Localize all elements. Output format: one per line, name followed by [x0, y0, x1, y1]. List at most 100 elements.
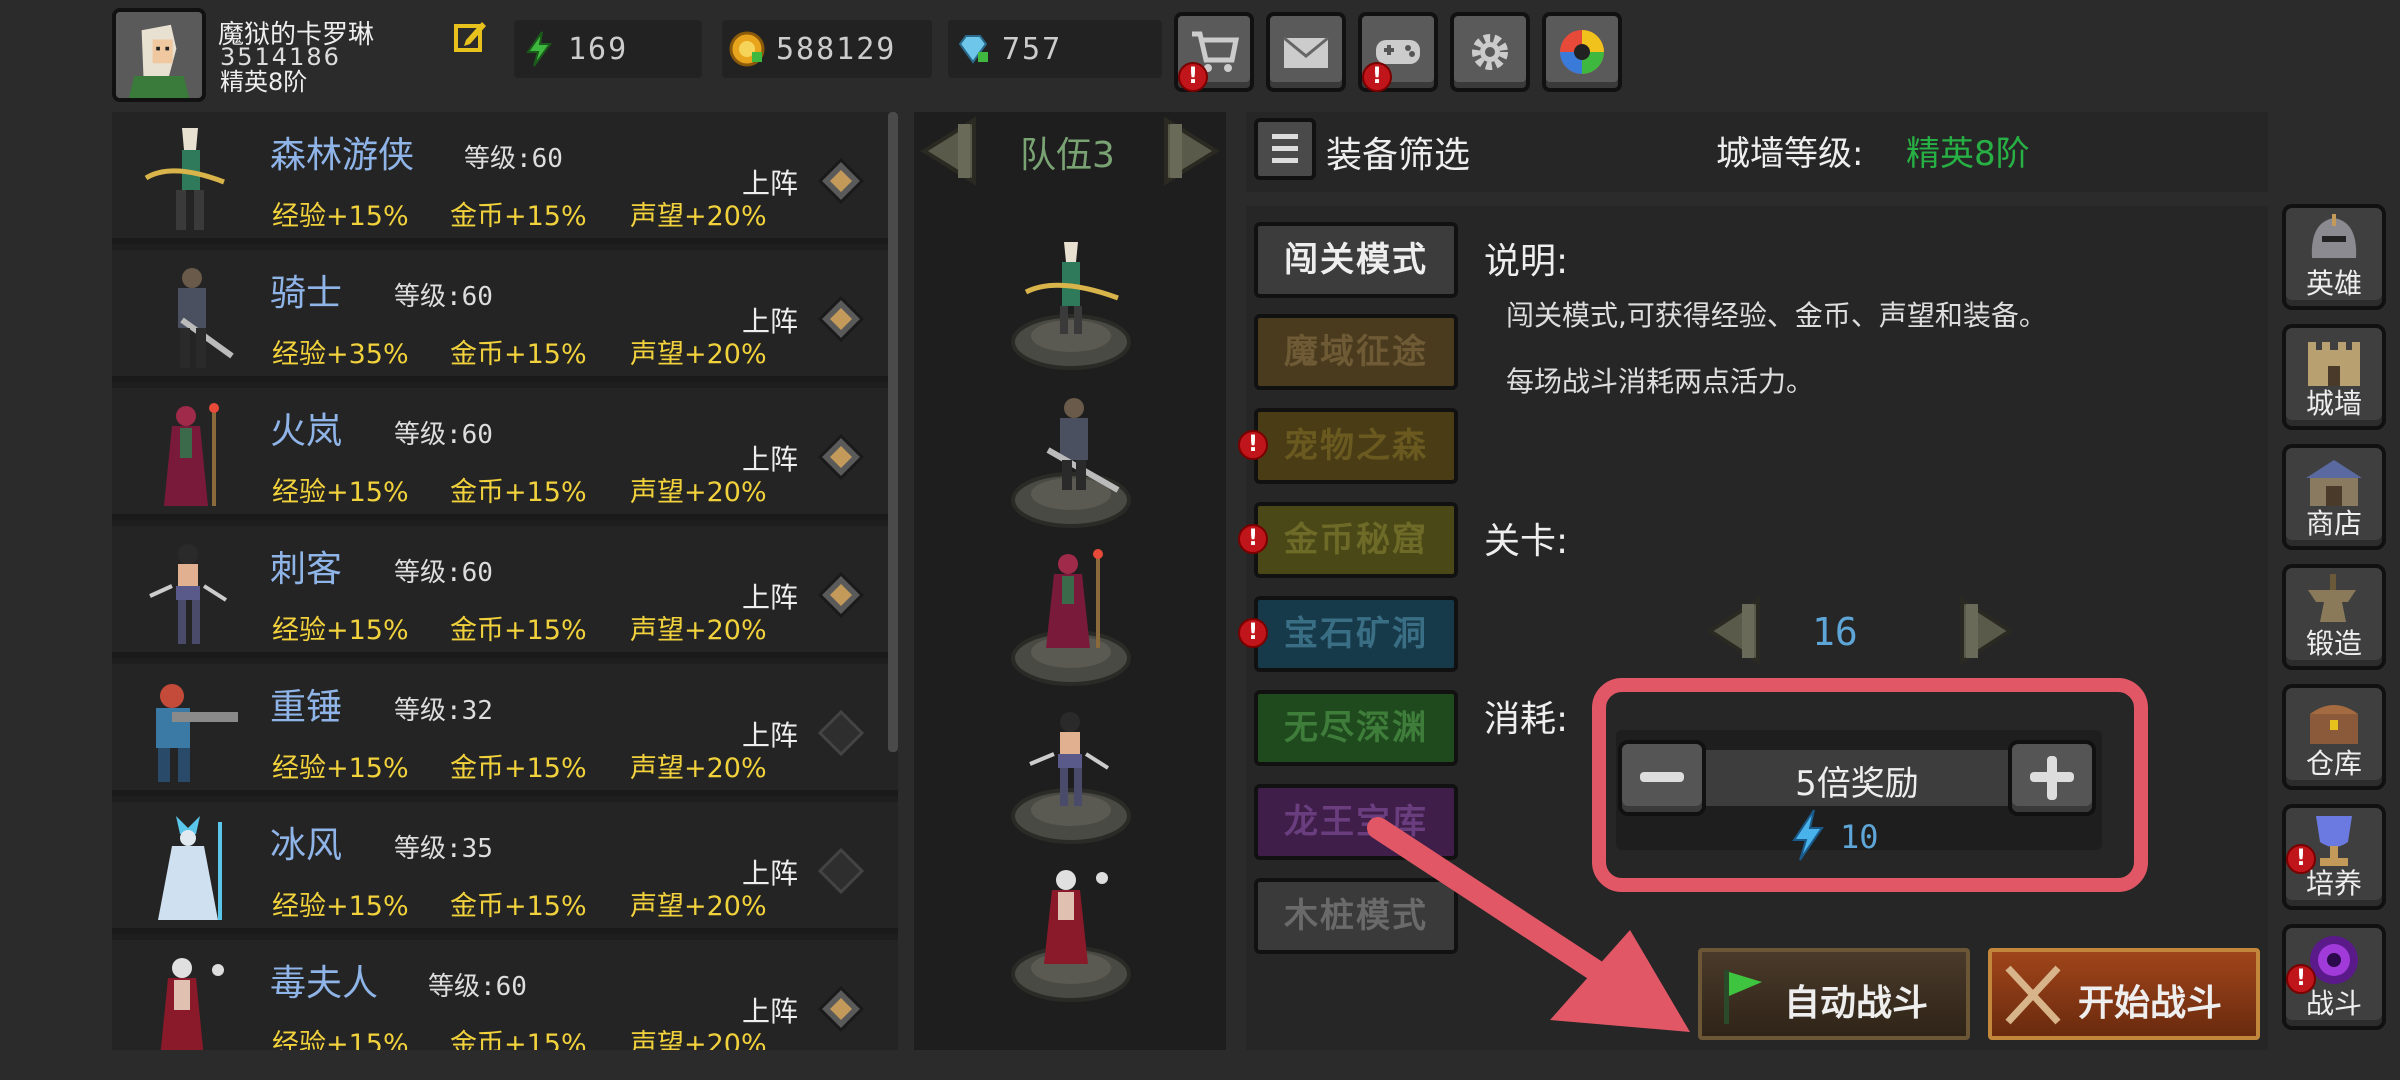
hero-deploy-label: 上阵: [742, 857, 799, 890]
side-nav-heroes[interactable]: 英雄: [2282, 204, 2386, 310]
deploy-toggle-icon[interactable]: [818, 434, 864, 480]
hero-name: 重锤: [270, 687, 343, 728]
mail-icon: [1283, 36, 1329, 68]
mode-button[interactable]: 闯关模式: [1254, 222, 1458, 298]
hero-list[interactable]: 森林游侠 等级:60 经验+15% 金币+15% 声望+20% 上阵 骑士 等级…: [112, 112, 898, 1050]
hero-row-fire[interactable]: 火岚 等级:60 经验+15% 金币+15% 声望+20% 上阵: [112, 388, 898, 520]
player-avatar[interactable]: [112, 8, 206, 102]
hero-gold-bonus: 金币+15%: [450, 201, 587, 232]
knight-on-pedestal-icon: [1011, 398, 1131, 528]
mode-button[interactable]: 金币秘窟: [1254, 502, 1458, 578]
hero-deploy-label: 上阵: [742, 995, 799, 1028]
mode-button[interactable]: 无尽深渊: [1254, 690, 1458, 766]
hero-exp-bonus: 经验+15%: [272, 1029, 409, 1050]
mode-button[interactable]: 魔域征途: [1254, 314, 1458, 390]
hero-exp-bonus: 经验+15%: [272, 615, 409, 646]
deploy-toggle-icon[interactable]: [818, 848, 864, 894]
mode-alert-badge: !: [1238, 430, 1268, 460]
hero-level: 等级:60: [428, 972, 527, 1002]
hero-level: 等级:60: [394, 282, 493, 312]
team-next-arrow-icon[interactable]: [1154, 114, 1226, 188]
hero-name: 骑士: [270, 273, 343, 314]
fire-mage-sprite-icon: [164, 403, 219, 506]
hero-row-hammer[interactable]: 重锤 等级:32 经验+15% 金币+15% 声望+20% 上阵: [112, 664, 898, 796]
auto-battle-button[interactable]: 自动战斗: [1698, 948, 1970, 1040]
gold-resource: 588129: [722, 20, 932, 78]
mode-button[interactable]: 宠物之森: [1254, 408, 1458, 484]
hero-gold-bonus: 金币+15%: [450, 615, 587, 646]
mode-button[interactable]: 宝石矿洞: [1254, 596, 1458, 672]
fire-mage-on-pedestal-icon: [1011, 549, 1131, 686]
team-slot-4[interactable]: [1008, 706, 1134, 846]
shop-alert-badge: !: [1178, 62, 1208, 92]
hero-deploy-label: 上阵: [742, 305, 799, 338]
stage-prev-arrow-icon[interactable]: [1700, 594, 1770, 668]
side-nav-label: 商店: [2305, 507, 2362, 540]
side-nav-label: 仓库: [2305, 747, 2362, 780]
deploy-toggle-icon[interactable]: [818, 986, 864, 1032]
hero-level: 等级:60: [464, 144, 563, 174]
hero-name: 冰风: [270, 825, 343, 866]
hero-row-ice-wind[interactable]: 冰风 等级:35 经验+15% 金币+15% 声望+20% 上阵: [112, 802, 898, 934]
hero-name: 火岚: [270, 411, 343, 452]
mail-button[interactable]: [1266, 12, 1346, 92]
side-nav-wall[interactable]: 城墙: [2282, 324, 2386, 430]
team-slot-2[interactable]: [1008, 390, 1134, 530]
hero-gold-bonus: 金币+15%: [450, 753, 587, 784]
hero-exp-bonus: 经验+15%: [272, 891, 409, 922]
team-prev-arrow-icon[interactable]: [914, 114, 986, 188]
deploy-toggle-icon[interactable]: [818, 158, 864, 204]
energy-value: 169: [568, 32, 629, 67]
team-slot-3[interactable]: [1008, 548, 1134, 688]
green-flag-icon: [1724, 970, 1762, 1024]
hero-row-forest-ranger[interactable]: 森林游侠 等级:60 经验+15% 金币+15% 声望+20% 上阵: [112, 112, 898, 244]
poison-lady-sprite-icon: [160, 958, 224, 1050]
hero-name: 森林游侠: [270, 135, 415, 176]
hero-level: 等级:60: [394, 558, 493, 588]
gamepad-button[interactable]: !: [1358, 12, 1438, 92]
diamond-resource: 757: [948, 20, 1162, 78]
color-wheel-button[interactable]: [1542, 12, 1622, 92]
poison-lady-on-pedestal-icon: [1011, 870, 1131, 1002]
hero-level: 等级:35: [394, 834, 493, 864]
stage-label: 关卡:: [1484, 521, 1569, 562]
stage-next-arrow-icon[interactable]: [1950, 594, 2020, 668]
equipment-filter-label[interactable]: 装备筛选: [1326, 126, 1470, 178]
side-nav-training[interactable]: ! 培养: [2282, 804, 2386, 910]
shop-button[interactable]: !: [1174, 12, 1254, 92]
hero-row-knight[interactable]: 骑士 等级:60 经验+35% 金币+15% 声望+20% 上阵: [112, 250, 898, 382]
forest-ranger-on-pedestal-icon: [1011, 242, 1131, 370]
side-nav-warehouse[interactable]: 仓库: [2282, 684, 2386, 790]
stage-number: 16: [1812, 610, 1858, 654]
deploy-toggle-icon[interactable]: [818, 572, 864, 618]
side-nav-label: 城墙: [2305, 387, 2362, 420]
cost-label: 消耗:: [1484, 699, 1569, 740]
energy-resource: 169: [514, 20, 702, 78]
hero-deploy-label: 上阵: [742, 719, 799, 752]
equipment-filter-button[interactable]: [1254, 118, 1316, 180]
list-menu-icon: [1272, 134, 1298, 163]
hero-deploy-label: 上阵: [742, 443, 799, 476]
side-nav-forge[interactable]: 锻造: [2282, 564, 2386, 670]
energy-icon: [526, 31, 552, 67]
hammer-gunner-sprite-icon: [156, 684, 238, 782]
auto-battle-label: 自动战斗: [1784, 983, 1929, 1024]
hero-row-assassin[interactable]: 刺客 等级:60 经验+15% 金币+15% 声望+20% 上阵: [112, 526, 898, 658]
player-rank: 精英8阶: [220, 68, 308, 96]
deploy-toggle-icon[interactable]: [818, 710, 864, 756]
hero-list-scrollbar[interactable]: [888, 112, 898, 752]
edit-name-icon[interactable]: [452, 18, 488, 54]
team-slot-5[interactable]: [1008, 864, 1134, 1004]
start-battle-button[interactable]: 开始战斗: [1988, 948, 2260, 1040]
diamond-value: 757: [1002, 32, 1063, 67]
team-slot-1[interactable]: [1008, 232, 1134, 372]
side-nav-shop[interactable]: 商店: [2282, 444, 2386, 550]
hero-row-poison-lady[interactable]: 毒夫人 等级:60 经验+15% 金币+15% 声望+20% 上阵: [112, 940, 898, 1050]
knight-sprite-icon: [178, 268, 234, 368]
crossed-swords-icon: [2005, 965, 2061, 1025]
deploy-toggle-icon[interactable]: [818, 296, 864, 342]
description-title: 说明:: [1484, 241, 1569, 282]
description-line-1: 闯关模式,可获得经验、金币、声望和装备。: [1506, 299, 2047, 332]
settings-button[interactable]: [1450, 12, 1530, 92]
side-nav-battle[interactable]: ! 战斗: [2282, 924, 2386, 1030]
